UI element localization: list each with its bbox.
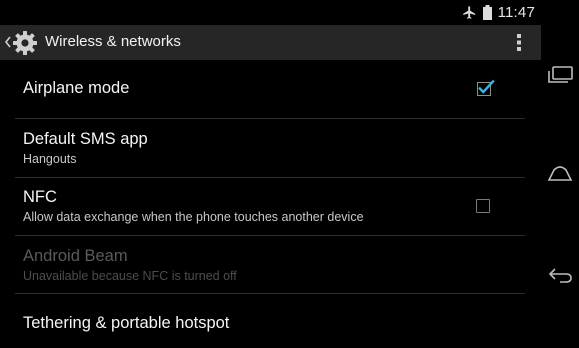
settings-list: Airplane mode Default SMS app Hangouts N… [0, 60, 541, 348]
setting-title: NFC [23, 188, 57, 206]
status-bar: 11:47 [0, 0, 541, 25]
checkbox-checked-icon[interactable] [477, 79, 495, 97]
setting-title: Android Beam [23, 247, 128, 265]
settings-gear-icon[interactable] [12, 30, 38, 56]
status-icons: 11:47 [462, 2, 535, 23]
checkbox-unchecked[interactable] [476, 199, 490, 213]
navigation-bar [541, 0, 579, 348]
setting-summary: Unavailable because NFC is turned off [23, 269, 237, 283]
setting-title: Airplane mode [23, 79, 130, 97]
action-bar[interactable]: Wireless & networks [0, 25, 541, 60]
setting-summary: Hangouts [23, 152, 77, 166]
setting-default-sms-app[interactable]: Default SMS app Hangouts [0, 119, 541, 177]
airplane-icon [462, 6, 475, 19]
phone-screen: 11:47 Wireless & networks Airplane mode … [0, 0, 541, 348]
action-bar-title: Wireless & networks [45, 33, 181, 50]
back-icon[interactable] [546, 260, 574, 288]
setting-tethering-hotspot[interactable]: Tethering & portable hotspot [0, 294, 541, 348]
setting-title: Default SMS app [23, 130, 148, 148]
setting-android-beam: Android Beam Unavailable because NFC is … [0, 236, 541, 293]
recent-apps-icon[interactable] [546, 60, 574, 88]
setting-summary: Allow data exchange when the phone touch… [23, 210, 364, 224]
home-icon[interactable] [546, 160, 574, 188]
setting-nfc[interactable]: NFC Allow data exchange when the phone t… [0, 178, 541, 235]
status-clock: 11:47 [497, 4, 535, 21]
setting-title: Tethering & portable hotspot [23, 314, 230, 332]
overflow-menu-icon[interactable] [515, 32, 523, 53]
setting-airplane-mode[interactable]: Airplane mode [0, 60, 541, 118]
battery-icon [482, 5, 492, 20]
